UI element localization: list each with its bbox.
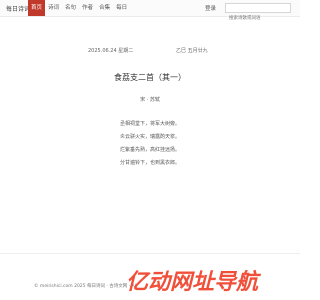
main-nav: 首页 诗词 名句 作者 合集 每日 [28,0,130,16]
poem-line: 分甘遍铃下，也到黑衣郎。 [119,160,180,166]
nav-item-poems[interactable]: 诗词 [45,0,62,16]
lunar-date: 乙巳 五月廿九 [176,48,208,54]
date-row: 2025.06.24 星期二 乙巳 五月廿九 [0,47,300,55]
brand-watermark: 亿动网址导航 [126,269,262,294]
poem-body: 丞相祠堂下，将军大树旁。 炎云骈火实，瑞露酌天浆。 烂紫垂先熟，高红挂远扬。 分… [0,118,300,170]
gregorian-date: 2025.06.24 星期二 [88,48,134,54]
top-bar: 每日诗词 首页 诗词 名句 作者 合集 每日 登录 [0,0,300,23]
poem-line: 炎云骈火实，瑞露酌天浆。 [119,134,180,140]
nav-item-quotes[interactable]: 名句 [62,0,79,16]
site-logo[interactable]: 每日诗词 [6,4,30,13]
footer: © meirishici.com 2025 每日诗词 · 古诗文网 · All … [0,253,300,300]
nav-item-collections[interactable]: 合集 [96,0,113,16]
brand-text: 亿动网址导航 [126,269,262,294]
search-box[interactable] [225,3,291,23]
poem-title: 食荔支二首（其一） [114,73,186,82]
poem-author[interactable]: 宋 · 苏轼 [0,96,300,103]
nav-item-daily[interactable]: 每日 [113,0,130,16]
search-input[interactable] [226,14,290,23]
nav-item-authors[interactable]: 作者 [79,0,96,16]
nav-item-home[interactable]: 首页 [28,0,46,16]
poem-line: 丞相祠堂下，将军大树旁。 [119,121,180,127]
poem-line: 烂紫垂先熟，高红挂远扬。 [119,147,180,153]
login-link[interactable]: 登录 [205,4,216,12]
